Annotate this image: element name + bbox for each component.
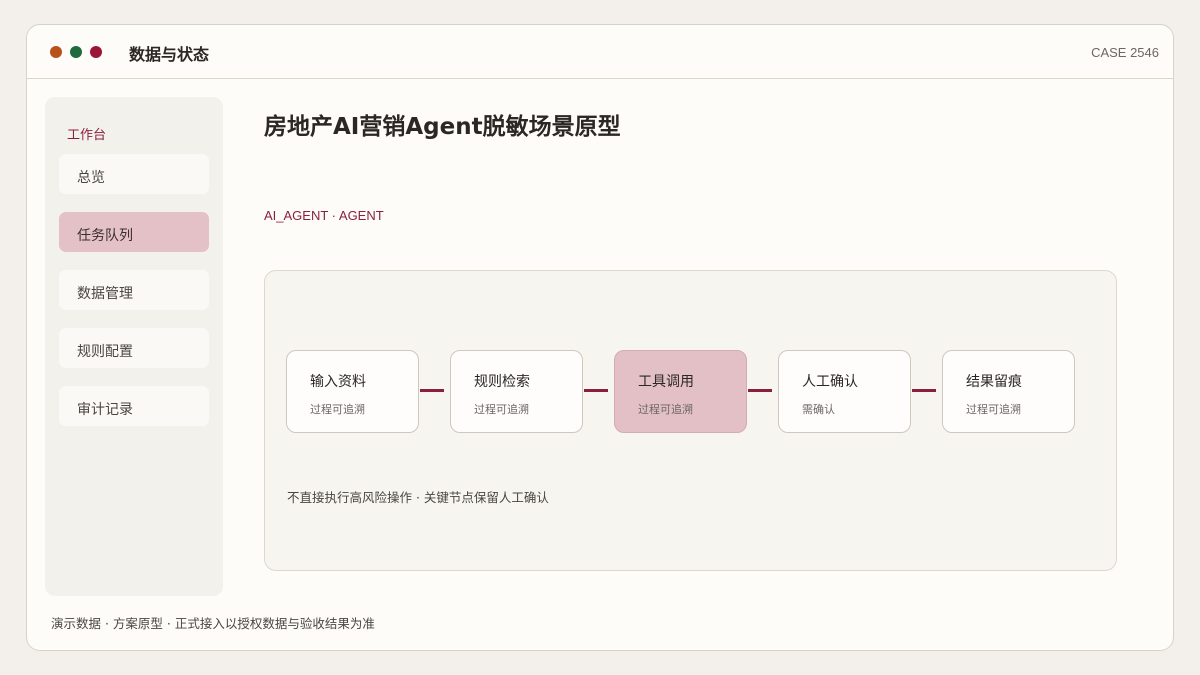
sidebar-item-overview[interactable]: 总览 xyxy=(59,154,209,194)
title-bar: 数据与状态 CASE 2546 xyxy=(27,25,1173,79)
step-title: 规则检索 xyxy=(474,374,530,390)
flow-connector xyxy=(420,389,444,392)
page-title: 房地产AI营销Agent脱敏场景原型 xyxy=(264,114,621,140)
footer-disclaimer: 演示数据 · 方案原型 · 正式接入以授权数据与验收结果为准 xyxy=(51,616,375,631)
sidebar-heading: 工作台 xyxy=(67,128,107,143)
step-status: 过程可追溯 xyxy=(638,403,693,416)
flow-connector xyxy=(912,389,936,392)
window-close-dot[interactable] xyxy=(50,46,62,58)
workflow-note: 不直接执行高风险操作 · 关键节点保留人工确认 xyxy=(287,490,549,505)
sidebar: 工作台 总览 任务队列 数据管理 规则配置 审计记录 xyxy=(45,97,223,596)
flow-step-input[interactable]: 输入资料 过程可追溯 xyxy=(286,350,419,433)
sidebar-item-data-management[interactable]: 数据管理 xyxy=(59,270,209,310)
flow-step-tool-call[interactable]: 工具调用 过程可追溯 xyxy=(614,350,747,433)
page-subtitle: AI_AGENT · AGENT xyxy=(264,208,384,223)
step-title: 输入资料 xyxy=(310,374,366,390)
flow-connector xyxy=(584,389,608,392)
case-id: CASE 2546 xyxy=(1091,45,1159,60)
step-title: 人工确认 xyxy=(802,374,858,390)
workflow-panel: 输入资料 过程可追溯 规则检索 过程可追溯 工具调用 过程可追溯 人工确认 需确… xyxy=(264,270,1117,571)
step-status: 过程可追溯 xyxy=(966,403,1021,416)
sidebar-item-task-queue[interactable]: 任务队列 xyxy=(59,212,209,252)
window-minimize-dot[interactable] xyxy=(70,46,82,58)
app-window: 数据与状态 CASE 2546 工作台 总览 任务队列 数据管理 规则配置 审计… xyxy=(26,24,1174,651)
step-title: 结果留痕 xyxy=(966,374,1022,390)
sidebar-item-rule-config[interactable]: 规则配置 xyxy=(59,328,209,368)
flow-step-result-record[interactable]: 结果留痕 过程可追溯 xyxy=(942,350,1075,433)
step-status: 过程可追溯 xyxy=(310,403,365,416)
step-title: 工具调用 xyxy=(638,374,694,390)
step-status: 过程可追溯 xyxy=(474,403,529,416)
flow-connector xyxy=(748,389,772,392)
app-title: 数据与状态 xyxy=(129,45,210,64)
sidebar-item-audit-log[interactable]: 审计记录 xyxy=(59,386,209,426)
flow-step-rule-search[interactable]: 规则检索 过程可追溯 xyxy=(450,350,583,433)
step-status: 需确认 xyxy=(802,403,835,416)
flow-step-human-confirm[interactable]: 人工确认 需确认 xyxy=(778,350,911,433)
window-maximize-dot[interactable] xyxy=(90,46,102,58)
